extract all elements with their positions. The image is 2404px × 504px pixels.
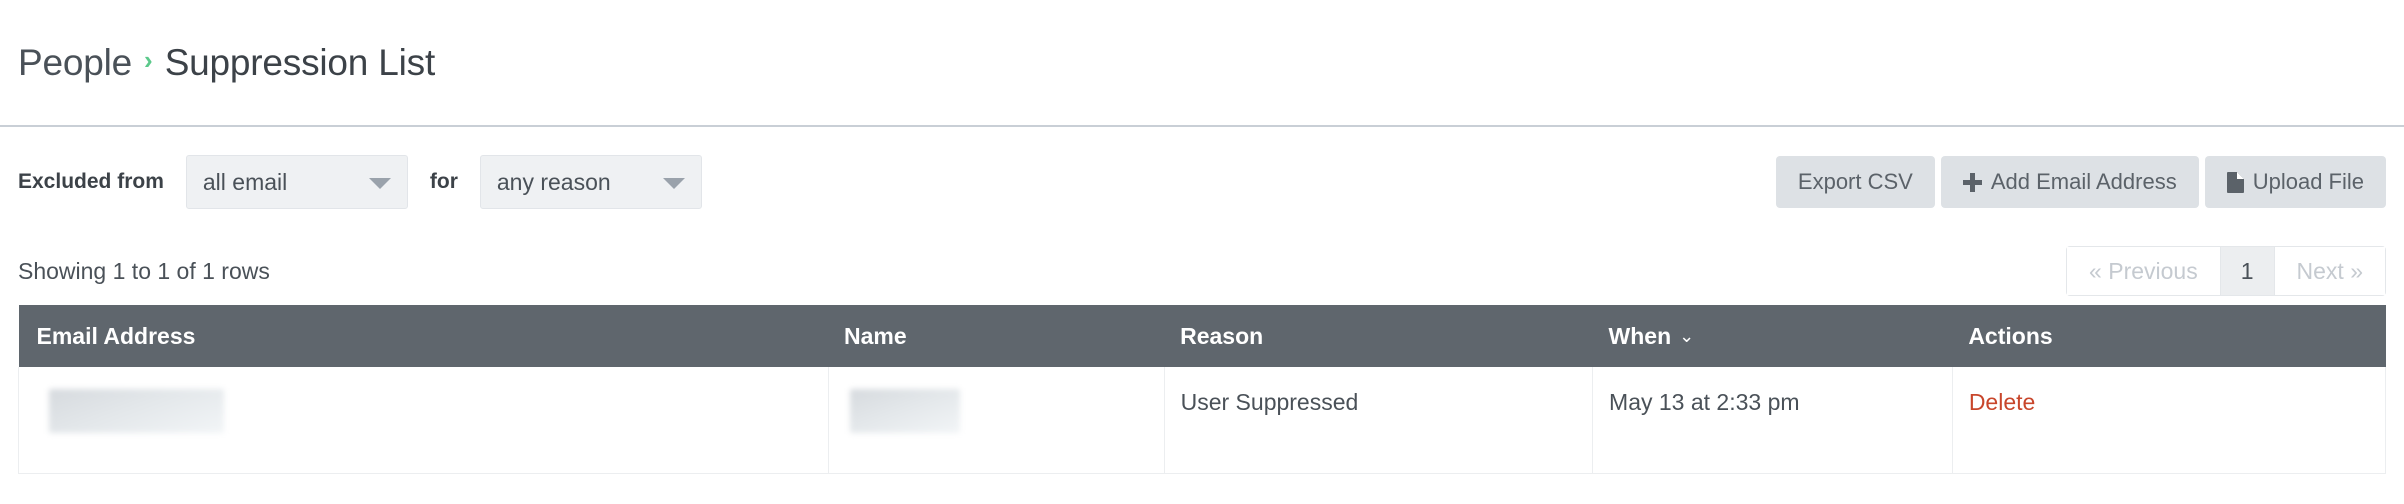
redacted-name-value — [849, 389, 960, 433]
pagination-next[interactable]: Next » — [2273, 246, 2386, 296]
excluded-from-select[interactable]: all email — [185, 155, 408, 209]
file-icon — [2226, 171, 2244, 193]
table-info-bar: Showing 1 to 1 of 1 rows « Previous 1 Ne… — [0, 237, 2404, 305]
suppression-table: Email Address Name Reason When ⌄ Actions — [18, 305, 2387, 474]
cell-name — [827, 367, 1165, 474]
breadcrumb-item-suppression-list: Suppression List — [164, 41, 436, 83]
column-header-reason[interactable]: Reason — [1164, 305, 1593, 367]
suppression-table-wrapper: Email Address Name Reason When ⌄ Actions — [0, 305, 2404, 474]
table-row: User Suppressed May 13 at 2:33 pm Delete — [18, 367, 2387, 474]
chevron-right-icon: › — [144, 45, 153, 75]
pagination: « Previous 1 Next » — [2066, 246, 2386, 296]
reason-select-value: any reason — [496, 168, 611, 195]
column-header-email-address[interactable]: Email Address — [18, 305, 828, 367]
column-header-reason-label: Reason — [1180, 322, 1264, 349]
table-header-row: Email Address Name Reason When ⌄ Actions — [18, 305, 2386, 367]
add-email-address-button[interactable]: Add Email Address — [1940, 156, 2199, 208]
column-header-email-address-label: Email Address — [36, 322, 196, 349]
plus-icon — [1962, 172, 1982, 192]
excluded-from-select-value: all email — [202, 168, 288, 195]
excluded-from-label: Excluded from — [18, 170, 164, 193]
table-body: User Suppressed May 13 at 2:33 pm Delete — [18, 367, 2387, 474]
column-header-name[interactable]: Name — [828, 305, 1165, 367]
column-header-actions-label: Actions — [1968, 322, 2053, 349]
delete-link[interactable]: Delete — [1969, 389, 2035, 415]
pagination-previous[interactable]: « Previous — [2066, 246, 2220, 296]
export-csv-button[interactable]: Export CSV — [1775, 156, 1935, 208]
filter-bar: Excluded from all email for any reason E… — [0, 127, 2404, 237]
cell-actions: Delete — [1951, 367, 2387, 474]
chevron-down-icon — [662, 178, 685, 189]
redacted-email-value — [49, 389, 224, 433]
column-header-name-label: Name — [844, 322, 907, 349]
cell-email-address — [18, 367, 829, 474]
breadcrumb: People › Suppression List — [0, 0, 2404, 127]
action-button-group: Export CSV Add Email Address Upload File — [1775, 156, 2386, 208]
upload-file-button[interactable]: Upload File — [2204, 156, 2386, 208]
for-label: for — [429, 170, 458, 193]
export-csv-label: Export CSV — [1797, 169, 1913, 194]
chevron-down-icon — [368, 178, 391, 189]
table-header: Email Address Name Reason When ⌄ Actions — [18, 305, 2386, 367]
column-header-when-label: When — [1608, 322, 1672, 349]
cell-when: May 13 at 2:33 pm — [1592, 367, 1953, 474]
cell-reason: User Suppressed — [1163, 367, 1594, 474]
breadcrumb-item-people[interactable]: People — [18, 42, 132, 84]
chevron-down-icon: ⌄ — [1679, 325, 1695, 346]
showing-rows-text: Showing 1 to 1 of 1 rows — [18, 257, 270, 284]
pagination-page-1[interactable]: 1 — [2219, 246, 2274, 296]
upload-file-label: Upload File — [2252, 169, 2364, 194]
column-header-actions: Actions — [1952, 305, 2386, 367]
add-email-address-label: Add Email Address — [1990, 169, 2177, 194]
reason-select[interactable]: any reason — [479, 155, 702, 209]
column-header-when[interactable]: When ⌄ — [1592, 305, 1953, 367]
